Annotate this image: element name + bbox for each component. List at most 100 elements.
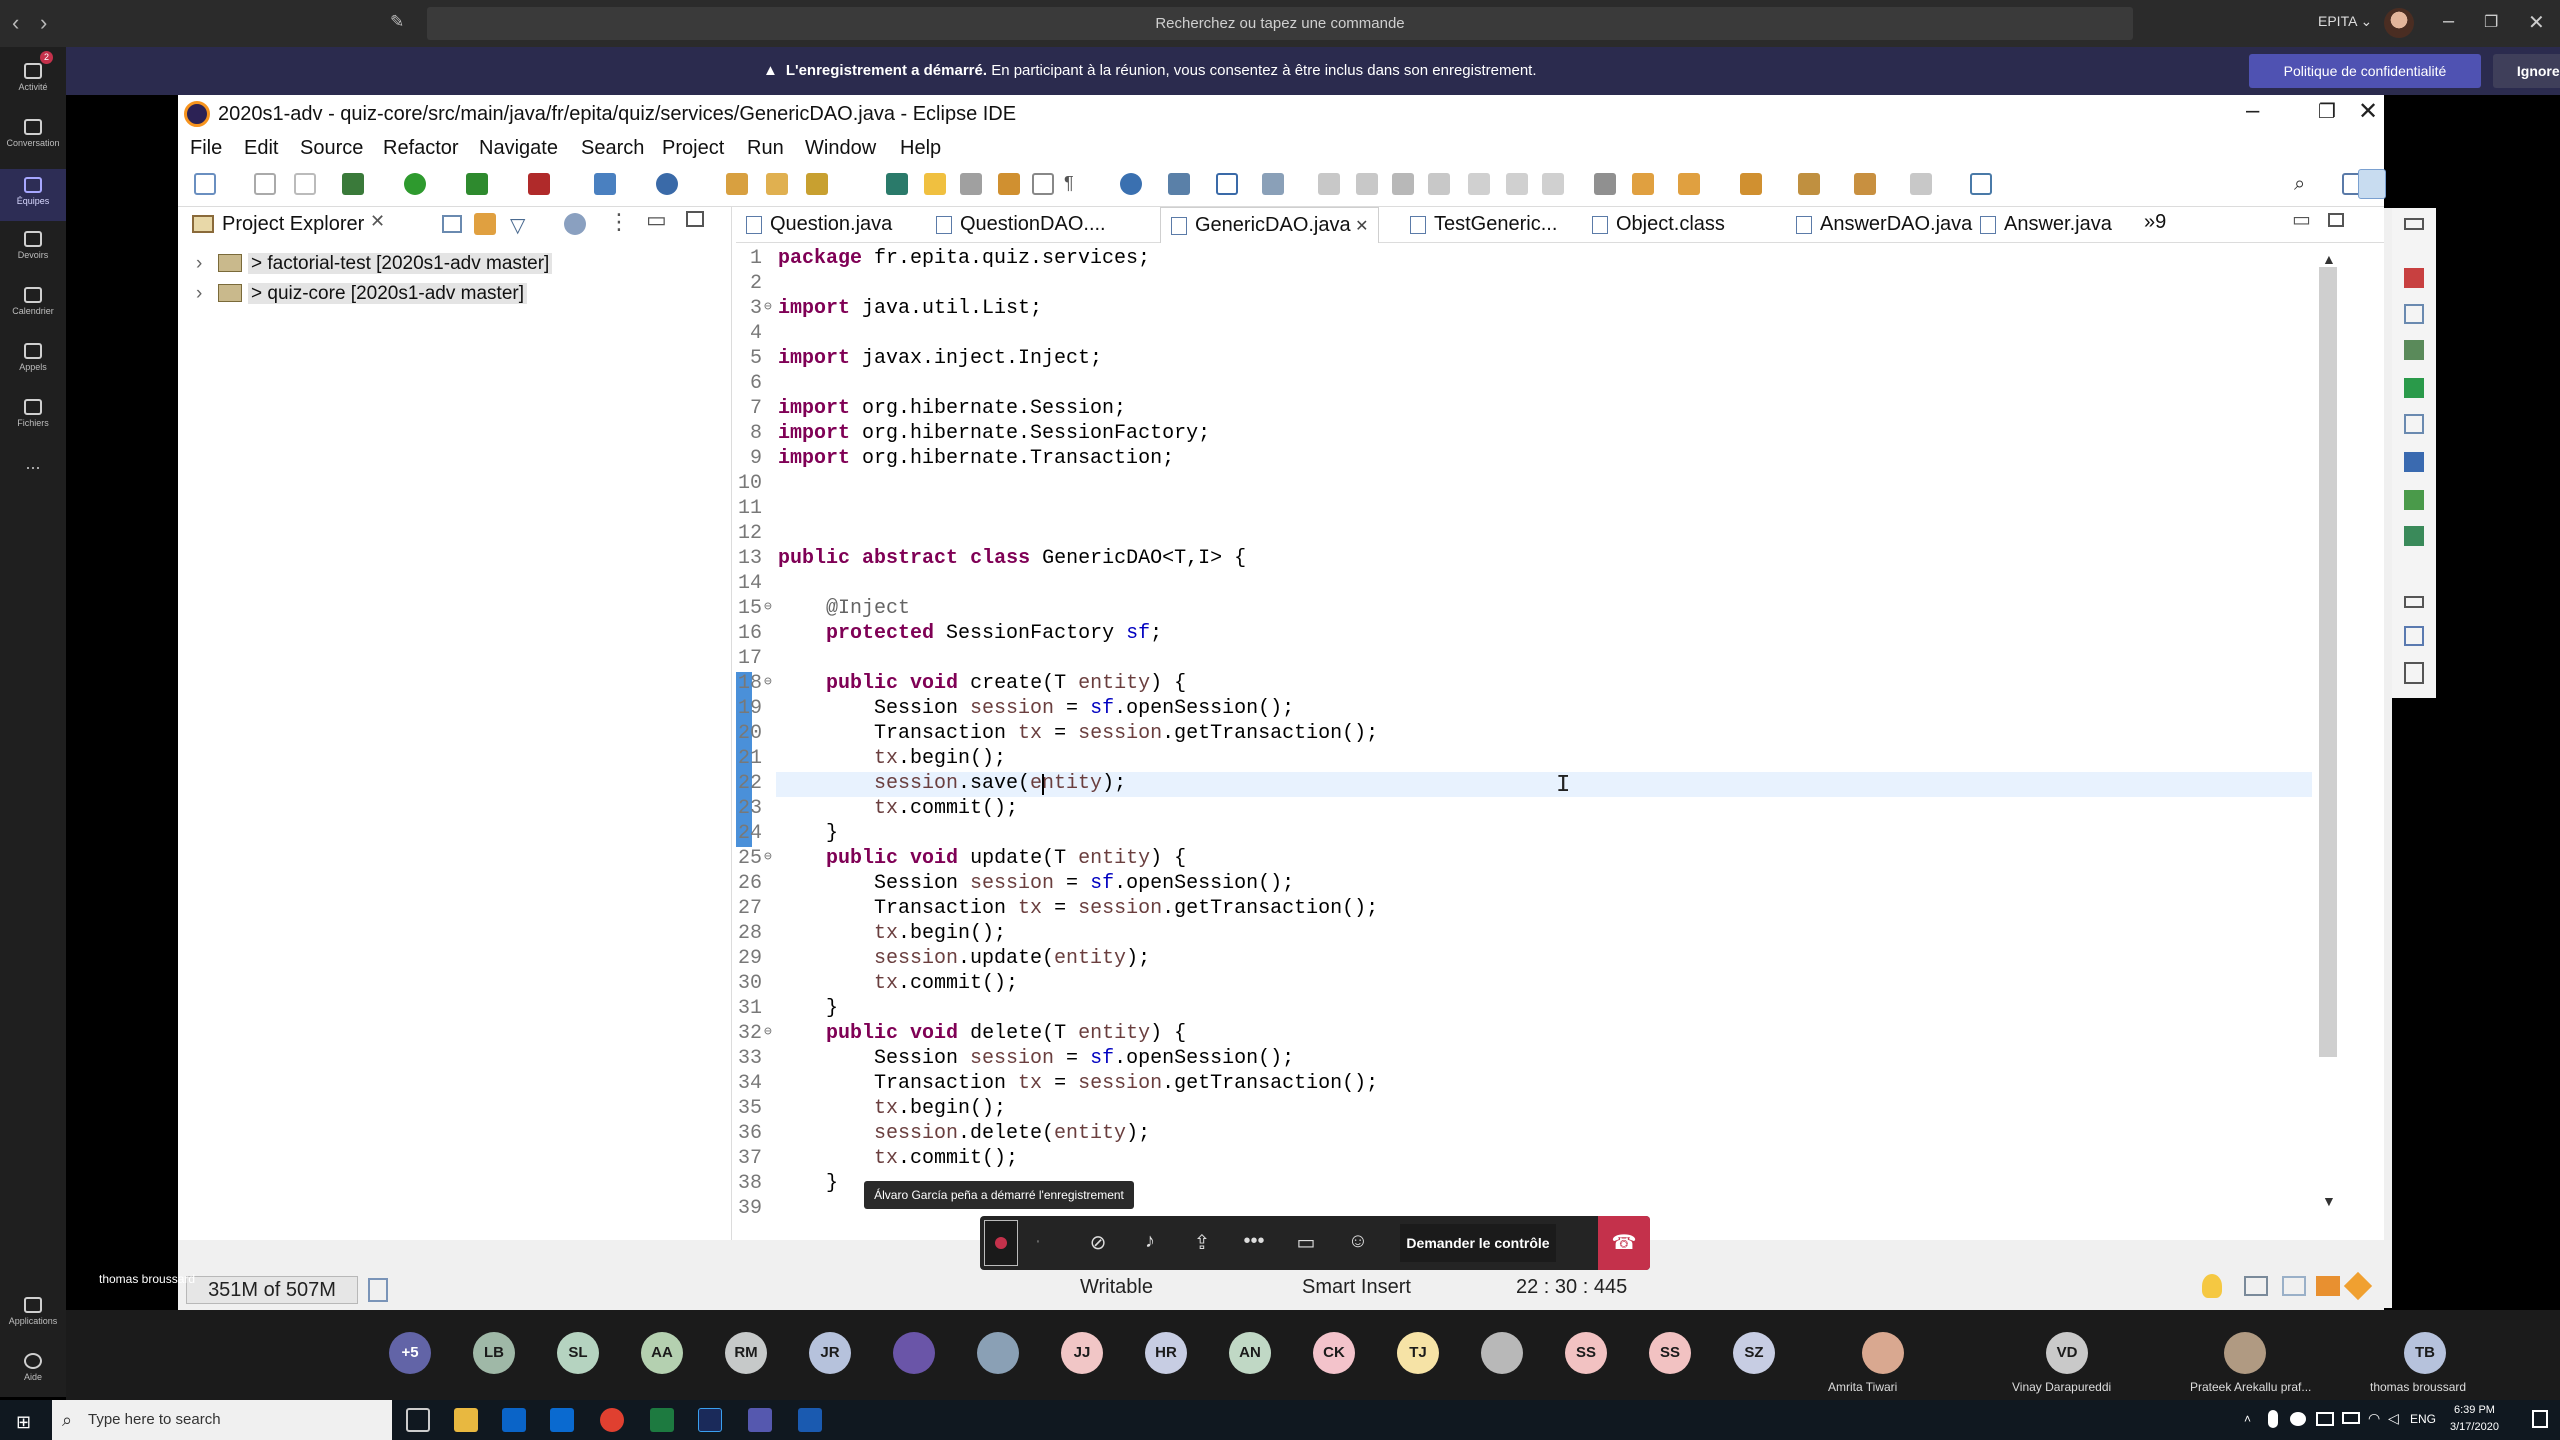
- menu-source[interactable]: Source: [300, 137, 363, 160]
- outline-icon[interactable]: [2404, 268, 2424, 288]
- close-view-icon[interactable]: ✕: [370, 211, 385, 232]
- new-java-package-icon[interactable]: [594, 173, 616, 195]
- editor-tab[interactable]: Object.class: [1582, 207, 1735, 243]
- participant-avatar[interactable]: [977, 1332, 1019, 1374]
- maximize-view-icon[interactable]: [686, 211, 704, 227]
- pin-editor-icon[interactable]: [1970, 173, 1992, 195]
- participant-video-avatar[interactable]: TB: [2404, 1332, 2446, 1374]
- camera-off-icon[interactable]: ⊘: [1086, 1230, 1110, 1254]
- terminate-icon[interactable]: [1392, 173, 1414, 195]
- participant-avatar[interactable]: TJ: [1397, 1332, 1439, 1374]
- collapse-all-icon[interactable]: [442, 215, 462, 233]
- junit-icon[interactable]: [2404, 626, 2424, 646]
- menu-help[interactable]: Help: [900, 137, 941, 160]
- participant-avatar[interactable]: [893, 1332, 935, 1374]
- progress-icon[interactable]: [2404, 526, 2424, 546]
- use-step-filters-icon[interactable]: [1632, 173, 1654, 195]
- editor-vscrollbar[interactable]: ▲ ▼: [2316, 251, 2340, 1211]
- participant-avatar[interactable]: JR: [809, 1332, 851, 1374]
- external-tools-icon[interactable]: [528, 173, 550, 195]
- java-perspective-icon[interactable]: [2358, 169, 2386, 199]
- microphone-icon[interactable]: ♪: [1138, 1230, 1162, 1254]
- web-browser-icon[interactable]: [1120, 173, 1142, 195]
- file-explorer-icon[interactable]: [454, 1408, 478, 1432]
- task-view-icon[interactable]: [406, 1408, 430, 1432]
- menu-run[interactable]: Run: [747, 137, 784, 160]
- rail-item-calls[interactable]: Appels: [0, 337, 66, 387]
- save-icon[interactable]: [254, 173, 276, 195]
- chat-icon[interactable]: ▭: [1294, 1230, 1318, 1254]
- tray-display-icon[interactable]: [2316, 1412, 2334, 1426]
- garbage-collect-icon[interactable]: [368, 1278, 388, 1302]
- windows-start-icon[interactable]: ⊞: [16, 1412, 34, 1432]
- maximize-icon[interactable]: ❐: [2318, 99, 2336, 124]
- search-icon[interactable]: ⌕: [2294, 173, 2316, 195]
- previous-annotation-icon[interactable]: [1740, 173, 1762, 195]
- link-with-editor-icon[interactable]: [474, 213, 496, 235]
- scroll-down-icon[interactable]: ▼: [2322, 1193, 2336, 1209]
- compose-icon[interactable]: ✎: [390, 12, 404, 32]
- toggle-block-icon[interactable]: [960, 173, 982, 195]
- tips-icon[interactable]: [2316, 1276, 2340, 1296]
- task-icon[interactable]: [2282, 1276, 2306, 1296]
- rail-item-apps[interactable]: Applications: [0, 1297, 66, 1343]
- fold-toggle-icon[interactable]: ⊖: [764, 1024, 772, 1039]
- battery-icon[interactable]: [2342, 1412, 2360, 1424]
- participant-avatar[interactable]: +5: [389, 1332, 431, 1374]
- word-wrap-icon[interactable]: [1032, 173, 1054, 195]
- step-return-icon[interactable]: [1542, 173, 1564, 195]
- share-screen-icon[interactable]: ⇪: [1190, 1230, 1214, 1254]
- outlook-icon[interactable]: [550, 1408, 574, 1432]
- participant-avatar[interactable]: HR: [1145, 1332, 1187, 1374]
- minimize-editor-icon[interactable]: ▭: [2292, 207, 2311, 232]
- drop-to-frame-icon[interactable]: [1594, 173, 1616, 195]
- org-switcher[interactable]: EPITA ⌄: [2318, 13, 2372, 30]
- restore-icon[interactable]: [2404, 596, 2424, 608]
- hierarchy-icon[interactable]: [2404, 340, 2424, 360]
- rail-item-chat[interactable]: Conversation: [0, 113, 66, 163]
- new-icon[interactable]: [194, 173, 216, 195]
- filter-icon[interactable]: ▽: [510, 213, 525, 238]
- minimize-icon[interactable]: –: [2443, 10, 2454, 33]
- lightbulb-icon[interactable]: [2202, 1274, 2222, 1298]
- participant-avatar[interactable]: SL: [557, 1332, 599, 1374]
- menu-navigate[interactable]: Navigate: [479, 137, 558, 160]
- mail-icon[interactable]: [502, 1408, 526, 1432]
- tray-language[interactable]: ENG: [2410, 1412, 2436, 1426]
- wifi-icon[interactable]: ◠: [2368, 1410, 2380, 1427]
- menu-project[interactable]: Project: [662, 137, 724, 160]
- tray-chevron-icon[interactable]: ˄: [2244, 1412, 2251, 1426]
- scroll-thumb[interactable]: [2319, 267, 2337, 1057]
- git-icon[interactable]: [2244, 1276, 2268, 1296]
- tabs-overflow-indicator[interactable]: »9: [2144, 211, 2166, 234]
- ignore-button[interactable]: Ignorer: [2493, 54, 2560, 88]
- back-icon[interactable]: [1854, 173, 1876, 195]
- fold-toggle-icon[interactable]: ⊖: [764, 849, 772, 864]
- excel-icon[interactable]: [650, 1408, 674, 1432]
- participant-avatar[interactable]: [1481, 1332, 1523, 1374]
- problems-icon[interactable]: [2404, 662, 2424, 684]
- step-over-icon[interactable]: [1506, 173, 1528, 195]
- more-icon[interactable]: ...: [0, 453, 66, 483]
- menu-file[interactable]: File: [190, 137, 222, 160]
- back-arrow-icon[interactable]: ‹: [12, 10, 19, 36]
- resume-icon[interactable]: [1318, 173, 1340, 195]
- properties-icon[interactable]: [2404, 414, 2424, 434]
- taskbar-search-input[interactable]: Type here to search: [52, 1400, 392, 1440]
- close-icon[interactable]: ✕: [2528, 10, 2545, 35]
- minimize-view-icon[interactable]: ▭: [646, 207, 667, 233]
- maximize-editor-icon[interactable]: [2328, 213, 2344, 227]
- teams-taskbar-icon[interactable]: [748, 1408, 772, 1432]
- participant-avatar[interactable]: JJ: [1061, 1332, 1103, 1374]
- menu-search[interactable]: Search: [581, 137, 644, 160]
- menu-refactor[interactable]: Refactor: [383, 137, 459, 160]
- console-icon[interactable]: [1216, 173, 1238, 195]
- task-list-icon[interactable]: [2404, 304, 2424, 324]
- participant-video-avatar[interactable]: [2224, 1332, 2266, 1374]
- rail-item-help[interactable]: Aide: [0, 1353, 66, 1397]
- word-icon[interactable]: [798, 1408, 822, 1432]
- editor-tab[interactable]: Answer.java: [1970, 207, 2122, 243]
- tree-item-quiz-core[interactable]: › > quiz-core [2020s1-adv master]: [196, 283, 527, 305]
- notifications-icon[interactable]: [2532, 1410, 2548, 1428]
- more-actions-icon[interactable]: •••: [1242, 1230, 1266, 1254]
